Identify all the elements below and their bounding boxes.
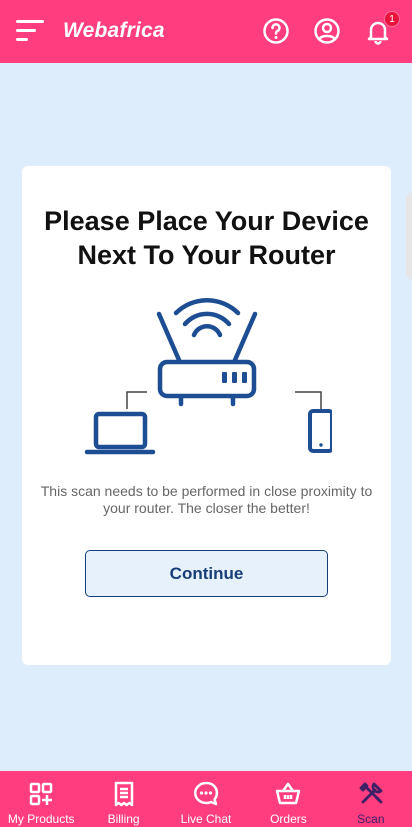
app-header: Webafrica 1 [0, 0, 412, 63]
nav-item-my-products[interactable]: My Products [0, 771, 82, 827]
nav-label: Orders [270, 812, 307, 826]
nav-item-orders[interactable]: Orders [247, 771, 329, 827]
help-icon[interactable] [262, 17, 290, 45]
tools-icon [359, 782, 383, 804]
nav-label: Billing [107, 812, 140, 826]
nav-label: My Products [7, 812, 75, 826]
card-description: This scan needs to be performed in close… [40, 483, 373, 516]
grid-plus-icon [29, 782, 53, 806]
notification-badge: 1 [384, 11, 400, 27]
bottom-navigation: My Products Billing Live Chat Orders Sca… [0, 771, 412, 827]
nav-item-scan[interactable]: Scan [330, 771, 412, 827]
nav-item-billing[interactable]: Billing [82, 771, 164, 827]
continue-button[interactable]: Continue [85, 550, 328, 597]
basket-icon [276, 782, 301, 805]
user-account-icon[interactable] [313, 17, 341, 45]
nav-label: Live Chat [180, 812, 232, 826]
scan-instruction-card: Please Place Your Device Next To Your Ro… [22, 166, 391, 665]
menu-icon[interactable] [16, 20, 46, 42]
router-devices-illustration [84, 298, 332, 455]
card-title: Please Place Your Device Next To Your Ro… [44, 206, 369, 270]
nav-item-live-chat[interactable]: Live Chat [165, 771, 247, 827]
invoice-icon [114, 781, 133, 807]
side-drawer-handle[interactable] [406, 193, 412, 279]
webafrica-logo: Webafrica [63, 19, 165, 42]
nav-label: Scan [357, 812, 385, 826]
chat-bubble-icon [194, 781, 219, 806]
